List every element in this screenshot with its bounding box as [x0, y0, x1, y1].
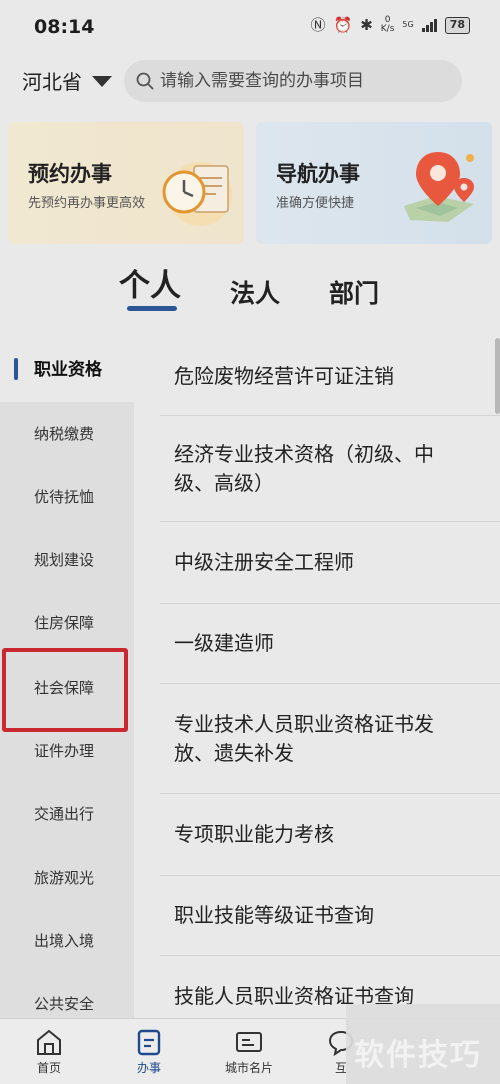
- network-type: 5G: [402, 20, 414, 29]
- tab-legal-person[interactable]: 法人: [230, 274, 280, 310]
- sidebar-item-tax-payment[interactable]: 纳税缴费: [0, 402, 134, 466]
- nav-label-home: 首页: [36, 1061, 61, 1075]
- navigation-card[interactable]: 导航办事 准确方便快捷: [256, 122, 492, 244]
- list-item[interactable]: 中级注册安全工程师: [160, 522, 500, 604]
- sidebar-item-label: 住房保障: [34, 614, 95, 632]
- sidebar-item-label: 社会保障: [34, 679, 95, 697]
- nav-item-city-card[interactable]: 城市名片: [214, 1025, 284, 1076]
- list-scrollbar[interactable]: [495, 338, 500, 414]
- sidebar-item-label: 优待抚恤: [34, 488, 95, 506]
- search-bar[interactable]: [124, 60, 462, 102]
- bluetooth-icon: ✱: [360, 15, 373, 34]
- nav-item-home[interactable]: 首页: [14, 1025, 84, 1076]
- sidebar-item-certificate-processing[interactable]: 证件办理: [0, 719, 134, 783]
- home-icon: [14, 1025, 84, 1059]
- appointment-title: 预约办事: [28, 162, 112, 186]
- search-icon: [136, 72, 154, 90]
- watermark-text: 软件技巧: [354, 1038, 482, 1073]
- sidebar-item-label: 公共安全: [34, 995, 95, 1013]
- service-icon: [114, 1025, 184, 1059]
- navigation-subtitle: 准确方便快捷: [276, 196, 355, 211]
- active-tab-indicator: [127, 306, 177, 311]
- sidebar-item-label: 出境入境: [34, 932, 95, 950]
- caret-down-icon: [92, 76, 112, 87]
- list-item[interactable]: 危险废物经营许可证注销: [160, 338, 500, 416]
- nav-label-city-card: 城市名片: [224, 1061, 273, 1075]
- nfc-icon: Ⓝ: [310, 15, 326, 34]
- list-item[interactable]: 经济专业技术资格（初级、中级、高级）: [160, 416, 500, 522]
- status-bar: 08:14 Ⓝ ⏰ ✱ 0 K/s 5G 78: [0, 0, 500, 52]
- sidebar-item-occupational-qualification[interactable]: 职业资格: [0, 338, 134, 402]
- status-icons: Ⓝ ⏰ ✱ 0 K/s 5G 78: [310, 16, 470, 34]
- battery-icon: 78: [444, 16, 470, 34]
- nav-item-service[interactable]: 办事: [114, 1025, 184, 1076]
- sidebar-item-label: 证件办理: [34, 742, 95, 760]
- list-item[interactable]: 职业技能等级证书查询: [160, 876, 500, 956]
- sidebar-item-label: 职业资格: [34, 360, 102, 380]
- list-item[interactable]: 一级建造师: [160, 604, 500, 684]
- list-item[interactable]: 专项职业能力考核: [160, 794, 500, 876]
- tab-personal[interactable]: 个人: [119, 260, 181, 305]
- signal-icon: [421, 18, 437, 32]
- list-item[interactable]: 专业技术人员职业资格证书发放、遗失补发: [160, 684, 500, 794]
- tab-department[interactable]: 部门: [329, 274, 379, 310]
- sidebar-item-entry-exit[interactable]: 出境入境: [0, 909, 134, 973]
- nav-label-service: 办事: [136, 1061, 161, 1075]
- sidebar-item-planning-construction[interactable]: 规划建设: [0, 528, 134, 592]
- alarm-icon: ⏰: [333, 15, 353, 34]
- region-label: 河北省: [22, 70, 82, 94]
- sidebar-item-transportation[interactable]: 交通出行: [0, 782, 134, 846]
- clock-document-icon: [162, 162, 232, 226]
- map-pin-icon: [404, 152, 474, 222]
- sidebar-item-label: 纳税缴费: [34, 425, 95, 443]
- region-selector[interactable]: 河北省: [22, 66, 112, 95]
- service-list: 危险废物经营许可证注销 经济专业技术资格（初级、中级、高级） 中级注册安全工程师…: [160, 338, 500, 1018]
- active-category-marker: [14, 358, 18, 380]
- sidebar-item-housing-security[interactable]: 住房保障: [0, 591, 134, 655]
- status-time: 08:14: [34, 16, 95, 38]
- category-sidebar: 职业资格 纳税缴费 优待抚恤 规划建设 住房保障 社会保障 证件办理 交通出行 …: [0, 338, 134, 1018]
- sidebar-item-label: 交通出行: [34, 805, 95, 823]
- network-speed: 0 K/s: [380, 15, 395, 34]
- navigation-title: 导航办事: [276, 162, 360, 186]
- appointment-subtitle: 先预约再办事更高效: [28, 196, 146, 211]
- city-card-icon: [214, 1025, 284, 1059]
- category-tabs: 个人 法人 部门: [0, 264, 500, 314]
- sidebar-item-social-security[interactable]: 社会保障: [0, 656, 134, 720]
- sidebar-item-tourism[interactable]: 旅游观光: [0, 846, 134, 910]
- appointment-card[interactable]: 预约办事 先预约再办事更高效: [8, 122, 244, 244]
- search-input[interactable]: [160, 71, 450, 91]
- sidebar-item-label: 规划建设: [34, 551, 95, 569]
- sidebar-item-preferential-care[interactable]: 优待抚恤: [0, 465, 134, 529]
- sidebar-item-label: 旅游观光: [34, 869, 95, 887]
